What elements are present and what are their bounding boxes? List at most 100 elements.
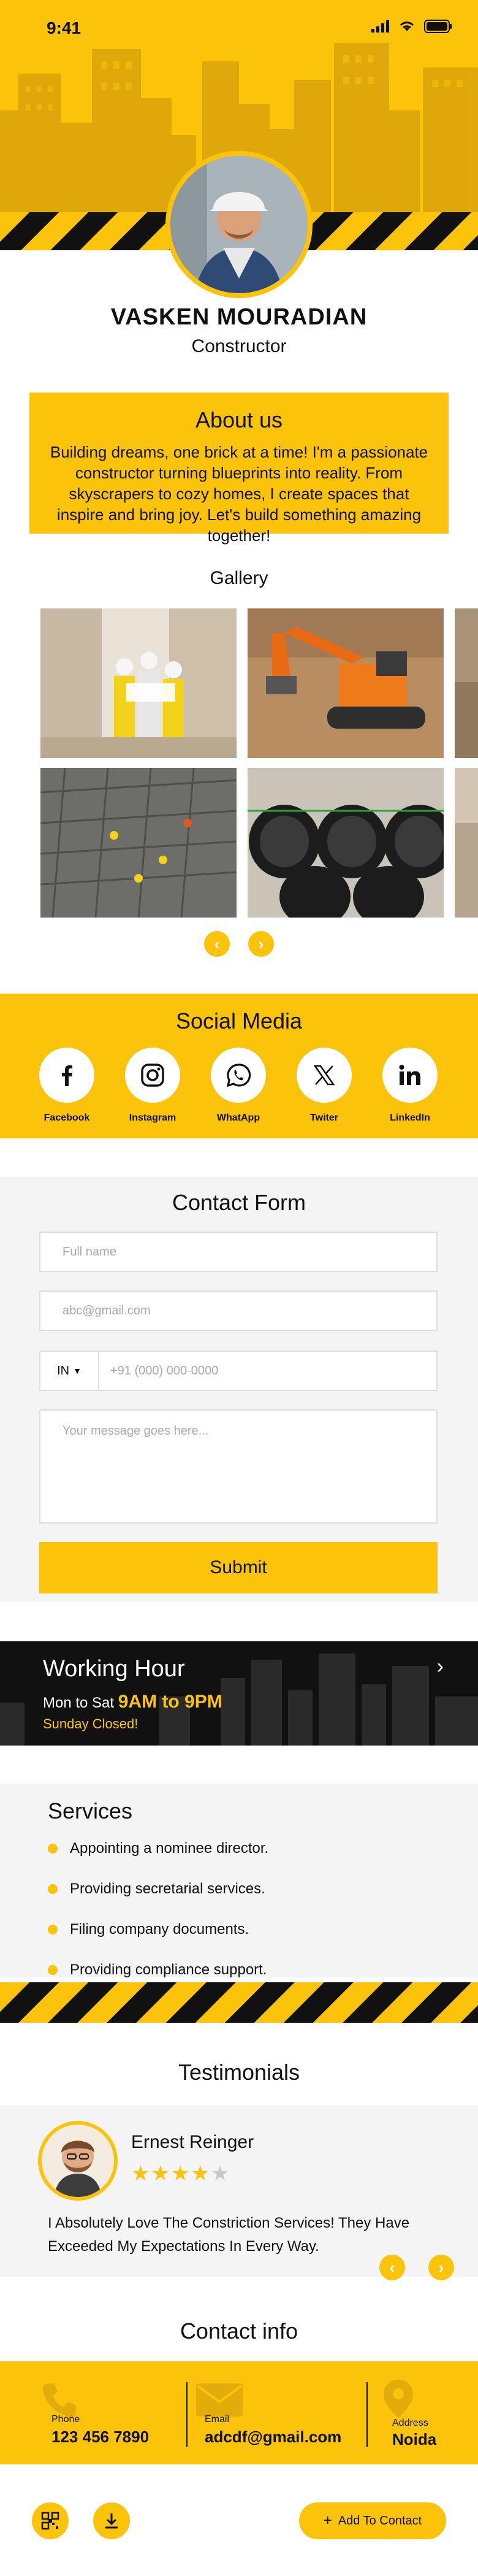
service-label: Providing compliance support. [70,1961,267,1978]
social-title: Social Media [175,1008,303,1033]
about-text: Building dreams, one brick at a time! I'… [50,443,428,545]
address-label: Address [392,2418,428,2428]
bullet-icon [48,1925,58,1934]
profile-page: 9:41 VASKEN MOURADIAN Constructor About … [0,0,478,2576]
contact-divider [366,2382,368,2447]
address-value: Noida [392,2430,437,2448]
status-time: 9:41 [47,18,82,37]
message-placeholder: Your message goes here... [63,1424,209,1438]
services-section: Services Appointing a nominee director. … [0,1784,478,1979]
contact-form-section: Contact Form Full name abc@gmail.com IN … [0,1176,478,1602]
service-label: Providing secretarial services. [70,1880,265,1897]
gallery-image-excavator[interactable] [248,608,444,758]
chevron-down-icon: ▼ [73,1366,82,1376]
contact-info-title: Contact info [180,2318,298,2344]
testimonial-next-button[interactable]: › [428,2255,454,2280]
country-code-select[interactable]: IN ▼ [40,1352,99,1390]
social-whatsapp[interactable]: WhatApp [202,1048,275,1124]
social-label-facebook: Facebook [44,1113,90,1123]
contact-divider [186,2382,188,2447]
social-label-instagram: Instagram [129,1113,176,1123]
reviewer-name: Ernest Reinger [131,2132,254,2152]
gallery-next-button[interactable]: › [248,931,274,957]
chevron-left-icon: ‹ [214,934,220,953]
download-button[interactable] [93,2502,130,2539]
phone-field[interactable]: IN ▼ +91 (000) 000-0000 [39,1351,438,1391]
service-label: Filing company documents. [70,1921,249,1938]
profile-role: Constructor [191,336,287,356]
social-facebook[interactable]: Facebook [30,1048,104,1124]
chevron-right-icon: › [436,1655,444,1678]
gallery-image-engineers[interactable] [40,608,237,758]
signal-icon [371,20,389,33]
chevron-right-icon: › [258,934,264,953]
testimonial-text: I Absolutely Love The Constriction Servi… [48,2215,410,2255]
about-title: About us [195,407,283,432]
whatsapp-icon [226,1064,251,1087]
email-placeholder: abc@gmail.com [63,1303,151,1317]
profile-photo [170,156,308,293]
gallery-image-partial-1[interactable] [455,608,478,758]
full-name-placeholder: Full name [63,1244,116,1259]
message-textarea[interactable]: Your message goes here... [39,1409,438,1524]
qr-code-button[interactable] [32,2502,69,2539]
working-hours-banner[interactable]: Working Hour Mon to Sat 9AM to 9PM Sunda… [0,1641,478,1746]
contact-email[interactable]: Email adcdf@gmail.com [190,2361,362,2464]
about-section: About us Building dreams, one brick at a… [29,393,449,545]
hazard-stripe-middle [0,1982,478,2023]
gallery-title: Gallery [210,568,268,588]
gallery-image-pipes[interactable] [248,768,444,918]
service-item: Providing secretarial services. [48,1880,265,1898]
bullet-icon [48,1965,58,1975]
bullet-icon [48,1844,58,1853]
social-twitter[interactable]: Twiter [287,1048,361,1124]
reviewer-photo [42,2125,114,2197]
profile-name: VASKEN MOURADIAN [110,304,368,330]
phone-placeholder: +91 (000) 000-0000 [110,1363,219,1378]
email-field[interactable]: abc@gmail.com [39,1290,438,1331]
add-to-contact-label: Add To Contact [338,2513,422,2528]
testimonial-prev-button[interactable]: ‹ [379,2255,405,2280]
contact-phone[interactable]: Phone 123 456 7890 [0,2361,178,2464]
status-bar: 9:41 [0,0,478,55]
social-instagram[interactable]: Instagram [116,1048,189,1124]
contact-address[interactable]: Address Noida [374,2361,478,2464]
working-hours-title: Working Hour [43,1656,185,1682]
testimonial-card: Ernest Reinger ★★★★★ I Absolutely Love T… [0,2105,478,2277]
gallery-image-rebar-site[interactable] [40,768,237,918]
services-title: Services [48,1798,133,1823]
qr-scan-icon [41,2512,59,2530]
reviewer-avatar [38,2121,118,2201]
social-label-linkedin: LinkedIn [390,1113,430,1123]
add-to-contact-button[interactable]: + Add To Contact [299,2502,446,2539]
star-filled-icons: ★★★★ [131,2162,211,2185]
email-value: adcdf@gmail.com [205,2428,342,2446]
x-twitter-icon [313,1065,335,1086]
country-code-value: IN [57,1363,70,1378]
star-rating: ★★★★★ [131,2161,230,2186]
service-item: Filing company documents. [48,1921,249,1938]
phone-value: 123 456 7890 [51,2428,150,2446]
star-empty-icon: ★ [210,2162,231,2185]
chevron-left-icon: ‹ [389,2258,395,2277]
location-pin-icon [384,2380,413,2418]
status-icons [371,20,452,33]
service-item: Appointing a nominee director. [48,1840,268,1857]
working-days: Mon to Sat [43,1695,115,1711]
closed-day-note: Sunday Closed! [43,1716,138,1731]
gallery-prev-button[interactable]: ‹ [204,931,230,957]
phone-label: Phone [51,2414,80,2425]
social-media-section: Social Media Facebook Instagram WhatApp … [0,994,478,1138]
gallery-image-partial-2[interactable] [455,768,478,918]
service-item: Providing compliance support. [48,1961,267,1979]
wifi-icon [400,21,414,31]
email-label: Email [205,2414,230,2425]
social-linkedin[interactable]: LinkedIn [373,1048,447,1124]
submit-button[interactable]: Submit [39,1542,438,1593]
full-name-field[interactable]: Full name [39,1232,438,1272]
testimonials-title: Testimonials [178,2060,300,2085]
profile-avatar [165,151,313,298]
bullet-icon [48,1884,58,1894]
battery-icon [424,20,452,33]
social-label-twitter: Twiter [310,1113,338,1123]
